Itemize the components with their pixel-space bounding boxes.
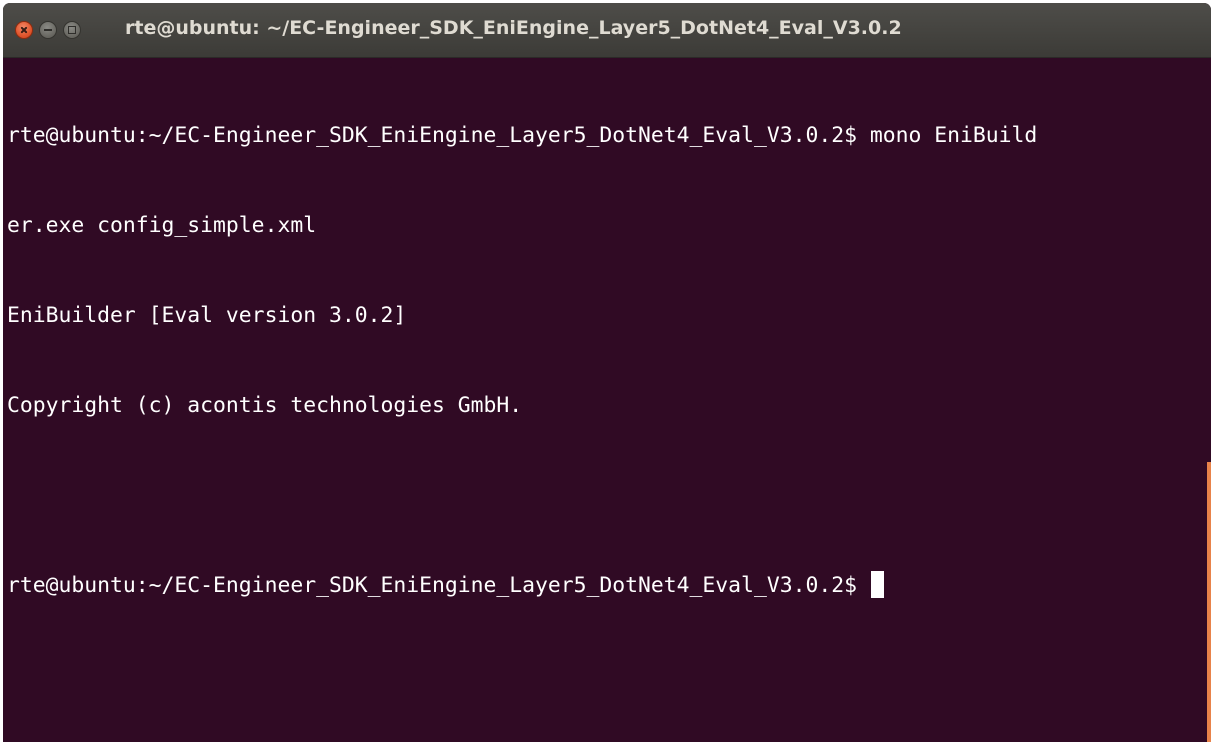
minimize-icon[interactable] [39, 21, 57, 39]
text-cursor [870, 571, 884, 598]
prompt-line[interactable]: rte@ubuntu:~/EC-Engineer_SDK_EniEngine_L… [7, 571, 1199, 601]
maximize-icon[interactable] [63, 21, 81, 39]
terminal-line: Copyright (c) acontis technologies GmbH. [7, 393, 523, 418]
terminal-line: er.exe config_simple.xml [7, 213, 317, 238]
scroll-indicator[interactable] [1207, 462, 1211, 742]
terminal-window: rte@ubuntu: ~/EC-Engineer_SDK_EniEngine_… [3, 3, 1211, 742]
prompt-text: rte@ubuntu:~/EC-Engineer_SDK_EniEngine_L… [7, 573, 870, 598]
terminal-line: rte@ubuntu:~/EC-Engineer_SDK_EniEngine_L… [7, 123, 1038, 148]
terminal-line: EniBuilder [Eval version 3.0.2] [7, 303, 407, 328]
close-icon[interactable] [15, 21, 33, 39]
title-bar[interactable]: rte@ubuntu: ~/EC-Engineer_SDK_EniEngine_… [3, 3, 1211, 58]
terminal-output[interactable]: rte@ubuntu:~/EC-Engineer_SDK_EniEngine_L… [7, 61, 1199, 661]
window-title: rte@ubuntu: ~/EC-Engineer_SDK_EniEngine_… [125, 17, 902, 39]
